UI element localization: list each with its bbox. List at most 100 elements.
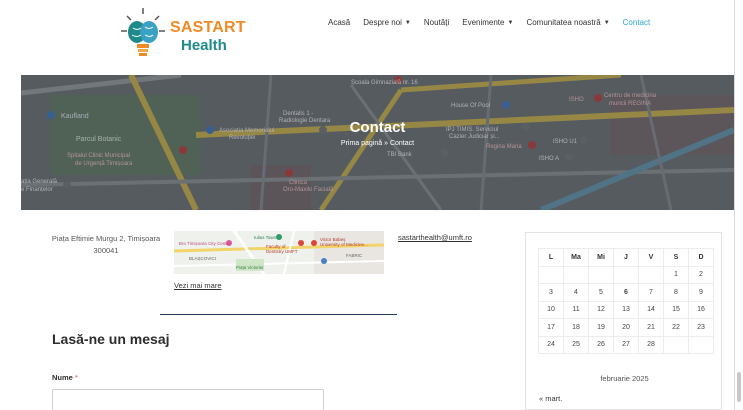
weekday-header: J — [613, 248, 639, 267]
caret-down-icon: ▼ — [507, 19, 514, 26]
calendar-day: 26 — [588, 335, 614, 354]
calendar-day: 11 — [563, 300, 589, 319]
brand-subtitle: Health — [181, 37, 227, 54]
calendar-day — [638, 265, 664, 284]
nav-label: Comunitatea noastră — [526, 18, 601, 27]
calendar-day: 5 — [588, 283, 614, 302]
weekday-header: Mi — [588, 248, 614, 267]
calendar-day — [538, 265, 564, 284]
calendar-day — [663, 335, 689, 354]
calendar-table: L Ma Mi J V S D 1 2 3 4 5 6 7 8 9 10 11 … — [538, 248, 714, 354]
calendar-day: 16 — [688, 300, 714, 319]
breadcrumb-current: Contact — [389, 140, 415, 147]
calendar-day: 15 — [663, 300, 689, 319]
weekday-header: D — [688, 248, 714, 267]
name-label-text: Nume — [52, 373, 73, 382]
calendar-day — [613, 265, 639, 284]
calendar-week-row: 10 11 12 13 14 15 16 — [538, 300, 714, 319]
calendar-day: 12 — [588, 300, 614, 319]
calendar-prev-month-link[interactable]: « mart. — [539, 394, 562, 403]
calendar-widget: L Ma Mi J V S D 1 2 3 4 5 6 7 8 9 10 11 … — [525, 232, 722, 410]
nav-label: Contact — [622, 18, 651, 27]
calendar-day: 4 — [563, 283, 589, 302]
map-thumbnail: Bro Timișoara City Center Iulius Town Fa… — [174, 231, 384, 274]
brand-name: SASTART — [170, 19, 246, 36]
calendar-week-row: 3 4 5 6 7 8 9 — [538, 283, 714, 302]
calendar-day: 9 — [688, 283, 714, 302]
calendar-day: 22 — [663, 318, 689, 337]
calendar-day: 1 — [663, 265, 689, 284]
calendar-day: 13 — [613, 300, 639, 319]
message-form-title: Lasă-ne un mesaj — [52, 331, 170, 347]
caret-down-icon: ▼ — [404, 19, 411, 26]
weekday-header: S — [663, 248, 689, 267]
svg-text:FABRIC: FABRIC — [346, 253, 363, 258]
page-title: Contact — [349, 119, 406, 136]
calendar-day: 17 — [538, 318, 564, 337]
svg-text:BLAȘCOVICI: BLAȘCOVICI — [189, 256, 216, 261]
calendar-day: 23 — [688, 318, 714, 337]
scrollbar-thumb[interactable] — [737, 372, 741, 402]
breadcrumb-home-link[interactable]: Prima pagină — [341, 140, 382, 147]
calendar-day: 20 — [613, 318, 639, 337]
brain-bulb-icon — [121, 8, 165, 56]
calendar-day: 8 — [663, 283, 689, 302]
breadcrumb: Prima pagină » Contact — [21, 140, 734, 147]
calendar-day: 24 — [538, 335, 564, 354]
calendar-week-row: 17 18 19 20 21 22 23 — [538, 318, 714, 337]
calendar-week-row: 1 2 — [538, 265, 714, 284]
nav-item-comunitatea-noastra[interactable]: Comunitatea noastră ▼ — [526, 18, 609, 27]
svg-text:Bro Timișoara City Center: Bro Timișoara City Center — [179, 241, 231, 246]
calendar-day: 19 — [588, 318, 614, 337]
calendar-day: 2 — [688, 265, 714, 284]
nav-item-despre-noi[interactable]: Despre noi ▼ — [363, 18, 411, 27]
hero-banner: Kaufland Parcul Botanic Spitalul Clinic … — [21, 75, 734, 210]
nav-item-noutati[interactable]: Noutăți — [424, 18, 449, 27]
calendar-day: 3 — [538, 283, 564, 302]
calendar-day — [563, 265, 589, 284]
calendar-day: 28 — [638, 335, 664, 354]
svg-text:Iulius Town: Iulius Town — [254, 235, 277, 240]
nav-item-acasa[interactable]: Acasă — [328, 18, 350, 27]
name-input[interactable] — [52, 389, 324, 410]
name-field-label: Nume * — [52, 373, 78, 382]
calendar-day: 27 — [613, 335, 639, 354]
nav-label: Acasă — [328, 18, 351, 27]
calendar-header-row: L Ma Mi J V S D — [538, 248, 714, 267]
calendar-week-row: 24 25 26 27 28 — [538, 335, 714, 354]
svg-text:Piața Victoriei: Piața Victoriei — [236, 265, 263, 270]
calendar-day: 7 — [638, 283, 664, 302]
weekday-header: L — [538, 248, 564, 267]
email-link[interactable]: sastarthealth@umft.ro — [398, 233, 472, 242]
breadcrumb-separator: » — [384, 140, 389, 147]
required-marker: * — [74, 373, 78, 382]
calendar-day: 25 — [563, 335, 589, 354]
scrollbar[interactable] — [734, 0, 743, 410]
svg-text:University of Medicine...: University of Medicine... — [320, 242, 368, 247]
site-logo[interactable]: SASTART Health — [118, 6, 258, 66]
weekday-header: V — [638, 248, 664, 267]
calendar-day: 18 — [563, 318, 589, 337]
nav-item-evenimente[interactable]: Evenimente ▼ — [462, 18, 513, 27]
embedded-map[interactable]: Bro Timișoara City Center Iulius Town Fa… — [174, 231, 384, 274]
calendar-day — [588, 265, 614, 284]
svg-text:Dentistry UMFT: Dentistry UMFT — [266, 249, 298, 254]
calendar-month-caption: februarie 2025 — [600, 374, 649, 383]
view-larger-map-link[interactable]: Vezi mai mare — [174, 281, 222, 290]
calendar-day: 14 — [638, 300, 664, 319]
calendar-day: 10 — [538, 300, 564, 319]
nav-label: Noutăți — [423, 18, 450, 27]
calendar-day — [688, 335, 714, 354]
page: SASTART Health Acasă Despre noi ▼ Noutăți… — [21, 0, 734, 410]
weekday-header: Ma — [563, 248, 589, 267]
calendar-day-today: 6 — [613, 283, 639, 302]
contact-address: Piața Eftimie Murgu 2, Timișoara 300041 — [51, 234, 161, 255]
nav-label: Evenimente — [462, 18, 505, 27]
section-divider — [160, 314, 397, 315]
site-header: SASTART Health Acasă Despre noi ▼ Noutăți… — [21, 0, 734, 75]
calendar-day: 21 — [638, 318, 664, 337]
main-nav: Acasă Despre noi ▼ Noutăți Evenimente ▼ Co… — [328, 18, 650, 27]
nav-item-contact[interactable]: Contact — [623, 18, 651, 27]
caret-down-icon: ▼ — [603, 19, 610, 26]
nav-label: Despre noi — [363, 18, 402, 27]
